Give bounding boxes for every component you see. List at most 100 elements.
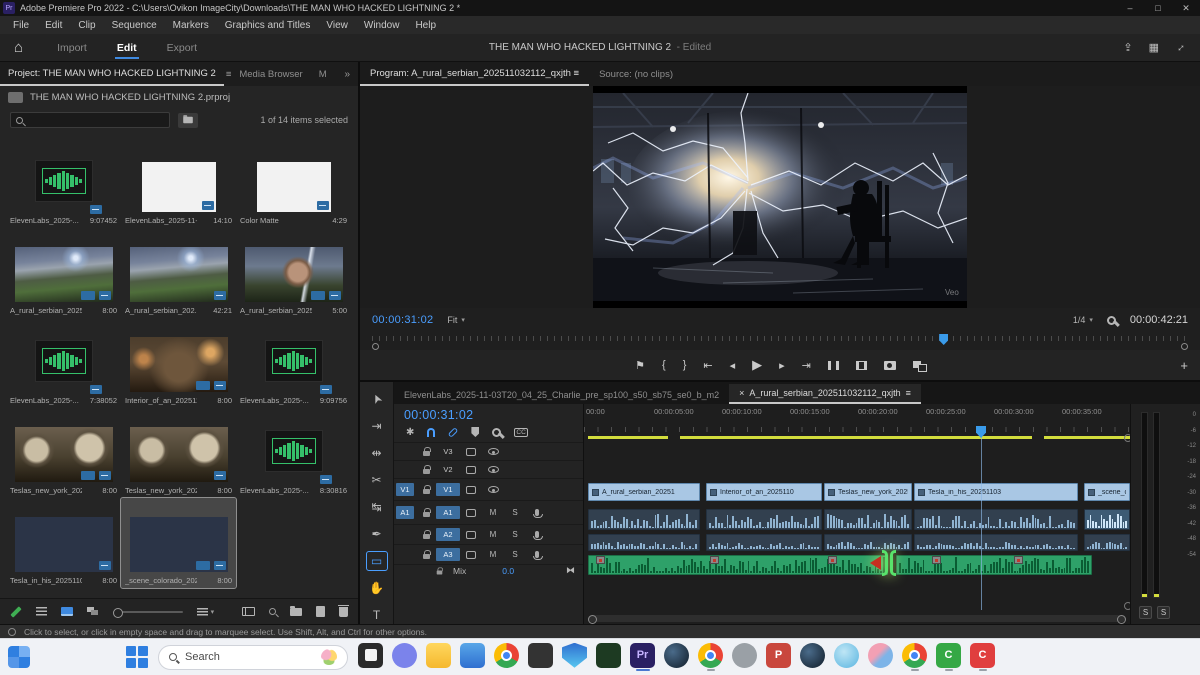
track-output-icon[interactable] [460, 448, 482, 456]
solo-button[interactable]: S [504, 508, 526, 517]
project-item[interactable]: ElevenLabs_2025-...8:30816 [236, 408, 351, 498]
pen-tool[interactable]: ✒ [367, 525, 387, 543]
task-view-icon[interactable] [358, 643, 383, 668]
track-target-a3[interactable]: A3 [436, 548, 460, 561]
tab-truncated[interactable]: M [311, 64, 335, 85]
nest-icon[interactable]: ✱ [406, 427, 414, 438]
lock-icon[interactable] [423, 512, 430, 517]
menu-clip[interactable]: Clip [71, 18, 102, 33]
menu-window[interactable]: Window [357, 18, 407, 33]
remote-desktop-icon[interactable] [460, 643, 485, 668]
track-target-a2[interactable]: A2 [436, 528, 460, 541]
hand-tool[interactable]: ✋ [367, 579, 387, 597]
red-p-app-icon[interactable]: P [766, 643, 791, 668]
track-output-icon[interactable] [460, 551, 482, 559]
track-v1[interactable]: A_rural_serbian_20251 Interior_of_an_2025… [584, 482, 1130, 502]
trim-cursor[interactable] [870, 550, 896, 576]
go-to-in-icon[interactable]: ⇤ [703, 359, 712, 372]
tab-project[interactable]: Project: THE MAN WHO HACKED LIGHTNING 2 [0, 63, 224, 86]
go-to-out-icon[interactable]: ⇥ [802, 359, 811, 372]
settings-gear-icon[interactable] [732, 643, 757, 668]
blue-sphere-app-icon[interactable] [834, 643, 859, 668]
snap-icon[interactable] [427, 428, 435, 437]
track-a1[interactable] [584, 508, 1130, 531]
settings-wrench-icon[interactable] [1107, 316, 1116, 325]
video-clip[interactable]: Interior_of_an_2025110 [706, 483, 822, 501]
program-video-frame[interactable]: Veo [593, 86, 967, 308]
project-item[interactable]: ElevenLabs_2025-...9:09756 [236, 318, 351, 408]
camtasia-icon[interactable]: C [936, 643, 961, 668]
selection-tool[interactable]: ➤ [364, 386, 389, 412]
chrome-profile-green-icon[interactable] [902, 643, 927, 668]
menu-help[interactable]: Help [408, 18, 443, 33]
linked-selection-icon[interactable] [448, 427, 459, 438]
lock-icon[interactable] [423, 489, 430, 494]
voiceover-record-icon[interactable] [526, 531, 548, 538]
freeform-view-icon[interactable] [87, 607, 99, 616]
step-forward-icon[interactable]: ▸ [779, 359, 785, 372]
program-scrubber[interactable] [372, 332, 1188, 350]
premiere-pro-icon[interactable]: Pr [630, 643, 655, 668]
add-marker-icon[interactable] [471, 427, 479, 437]
menu-edit[interactable]: Edit [38, 18, 69, 33]
icon-view-icon[interactable] [61, 607, 73, 616]
timeline-current-time[interactable]: 00:00:31:02 [394, 404, 583, 424]
project-item[interactable]: Color Matte4:29 [236, 138, 351, 228]
source-patch[interactable]: A1 [394, 506, 416, 519]
video-clip[interactable]: A_rural_serbian_20251 [588, 483, 700, 501]
track-header-a1[interactable]: A1A1MS [394, 500, 583, 524]
tab-media-browser[interactable]: Media Browser [231, 64, 310, 85]
audio-clip[interactable] [914, 509, 1078, 530]
tab-sequence-other[interactable]: ElevenLabs_2025-11-03T20_04_25_Charlie_p… [394, 386, 729, 404]
menu-file[interactable]: File [6, 18, 36, 33]
workspaces-icon[interactable]: ▦ [1149, 41, 1159, 54]
solo-button[interactable]: S [504, 530, 526, 539]
new-item-icon[interactable] [316, 606, 325, 617]
toggle-track-visibility-icon[interactable] [482, 466, 504, 473]
project-item[interactable]: Teslas_new_york_202...8:00 [121, 408, 236, 498]
search-input[interactable] [10, 112, 170, 128]
audio-clip[interactable] [588, 534, 700, 551]
toggle-track-visibility-icon[interactable] [482, 448, 504, 455]
menu-sequence[interactable]: Sequence [105, 18, 164, 33]
dark-orb-app-2-icon[interactable] [800, 643, 825, 668]
quick-export-icon[interactable]: ⇪ [1123, 41, 1132, 54]
type-tool[interactable]: T [367, 606, 387, 624]
program-playhead[interactable] [939, 334, 948, 345]
captions-icon[interactable]: CC [514, 428, 527, 437]
lock-icon[interactable] [437, 571, 443, 575]
chrome-profile-blue-icon[interactable] [698, 643, 723, 668]
automate-to-sequence-icon[interactable] [242, 607, 255, 616]
workspace-tab-import[interactable]: Import [45, 36, 99, 59]
project-item[interactable]: A_rural_serbian_2025...5:00 [236, 228, 351, 318]
project-item[interactable]: A_rural_serbian_2025...8:00 [6, 228, 121, 318]
play-icon[interactable]: ▶ [752, 357, 762, 373]
dark-orb-app-icon[interactable] [664, 643, 689, 668]
start-button[interactable] [126, 646, 148, 668]
audio-clip[interactable] [588, 509, 700, 530]
search-bin-button[interactable] [178, 113, 198, 128]
rectangle-tool[interactable]: ▭ [367, 552, 387, 570]
red-c-app-icon[interactable]: C [970, 643, 995, 668]
widgets-icon[interactable] [8, 646, 30, 668]
track-header-v1[interactable]: V1V1 [394, 478, 583, 500]
track-a3[interactable] [584, 554, 1130, 576]
mute-button[interactable]: M [482, 508, 504, 517]
list-view-icon[interactable] [36, 607, 47, 616]
solo-button[interactable]: S [1157, 606, 1170, 619]
track-header-v2[interactable]: V2 [394, 460, 583, 478]
tab-source[interactable]: Source: (no clips) [589, 64, 683, 85]
solo-button[interactable]: S [1139, 606, 1152, 619]
audio-clip[interactable] [824, 534, 912, 551]
scrollbar-right-knob[interactable] [1181, 343, 1188, 350]
voiceover-record-icon[interactable] [526, 551, 548, 558]
home-icon[interactable]: ⌂ [14, 39, 23, 56]
keyframe-nav-icon[interactable]: ⧓ [566, 565, 575, 576]
fullscreen-icon[interactable]: ↔ [1172, 39, 1189, 56]
edit-pen-icon[interactable] [10, 606, 21, 617]
project-item[interactable]: ElevenLabs_2025-...9:07452 [6, 138, 121, 228]
export-frame-icon[interactable] [884, 361, 896, 370]
slip-tool[interactable]: ↹ [367, 498, 387, 516]
zoom-slider-icon[interactable] [113, 611, 183, 613]
mark-out-icon[interactable]: } [683, 359, 687, 371]
